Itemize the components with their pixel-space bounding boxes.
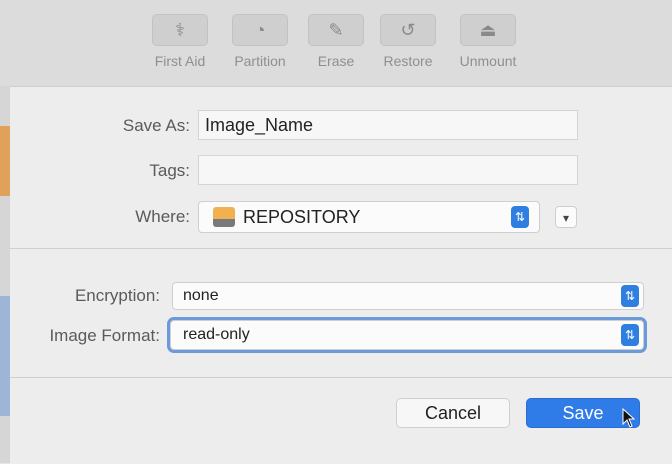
erase-button[interactable]: ✎ Erase (298, 14, 374, 69)
restore-icon: ↺ (380, 14, 436, 46)
save-as-input[interactable]: Image_Name (198, 110, 578, 140)
image-format-stepper-icon: ⇅ (621, 324, 639, 346)
tags-label: Tags: (149, 161, 190, 180)
pen-icon: ✎ (308, 14, 364, 46)
first-aid-label: First Aid (154, 53, 206, 69)
image-format-value: read-only (183, 326, 250, 343)
unmount-label: Unmount (459, 53, 517, 69)
background-sidebar (0, 86, 10, 463)
where-label: Where: (135, 207, 190, 226)
save-as-label: Save As: (122, 116, 190, 135)
tags-input[interactable] (198, 155, 578, 185)
image-format-label: Image Format: (49, 326, 160, 345)
erase-label: Erase (317, 53, 355, 69)
mouse-cursor-icon (622, 408, 636, 428)
encryption-value: none (183, 287, 219, 304)
external-drive-icon (213, 207, 235, 227)
eject-icon: ⏏ (460, 14, 516, 46)
restore-button[interactable]: ↺ Restore (370, 14, 446, 69)
unmount-button[interactable]: ⏏ Unmount (450, 14, 526, 69)
encryption-label: Encryption: (74, 286, 160, 305)
where-popup[interactable]: REPOSITORY ⇅ (198, 201, 540, 233)
section-divider (10, 248, 672, 249)
expand-chevron-button[interactable]: ▾ (555, 206, 577, 228)
cancel-button[interactable]: Cancel (396, 398, 510, 428)
buttons-divider (10, 377, 672, 378)
encryption-stepper-icon: ⇅ (621, 285, 639, 307)
disk-utility-toolbar: ⚕ First Aid ◔ Partition ✎ Erase ↺ Restor… (0, 0, 672, 88)
image-format-popup[interactable]: read-only ⇅ (170, 320, 644, 350)
pie-chart-icon: ◔ (232, 14, 288, 46)
where-stepper-icon: ⇅ (511, 206, 529, 228)
partition-label: Partition (234, 53, 286, 69)
where-value: REPOSITORY (243, 207, 361, 227)
partition-button[interactable]: ◔ Partition (222, 14, 298, 69)
stethoscope-icon: ⚕ (152, 14, 208, 46)
encryption-popup[interactable]: none ⇅ (172, 282, 644, 310)
first-aid-button[interactable]: ⚕ First Aid (142, 14, 218, 69)
background-orange-block (0, 126, 10, 196)
restore-label: Restore (383, 53, 433, 69)
background-blue-block (0, 296, 10, 416)
